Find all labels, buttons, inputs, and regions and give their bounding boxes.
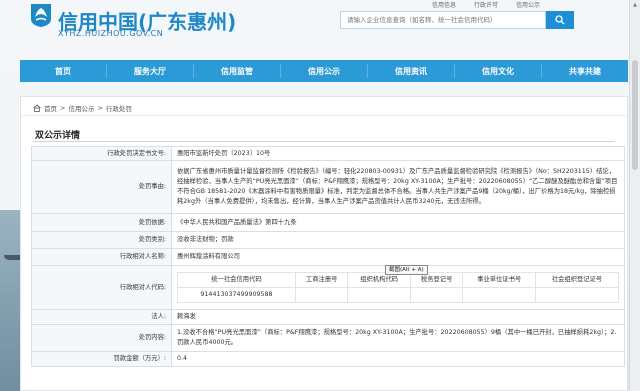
search-input[interactable]: [341, 12, 545, 28]
table-row: 914413037499909588: [177, 287, 619, 303]
table-row: 处罚内容: 1.没收不合格“PU亮光黑面漆”（商标：P&F翔鹰漆；规格型号：20…: [31, 324, 625, 352]
value-legal-rep: 赖海发: [171, 309, 625, 325]
nav-home[interactable]: 首页: [20, 60, 106, 82]
label-basis: 处罚依据:: [31, 213, 172, 232]
value-basis: 《中华人民共和国产品质量法》第四十九条: [171, 213, 625, 232]
nav-credit-publicity[interactable]: 信用公示: [281, 60, 367, 82]
label-doc-no: 行政处罚决定书文号:: [31, 146, 172, 161]
breadcrumb: 首页 > 信用公示 > 行政处罚: [33, 103, 132, 113]
table-row: 处罚依据: 《中华人民共和国产品质量法》第四十九条: [31, 213, 625, 232]
section-title: 双公示详情: [35, 131, 81, 141]
value-party-name: 惠州辉煌涂料有限公司: [171, 248, 625, 266]
section-title-divider: [33, 141, 615, 142]
cell-org-code: [347, 287, 411, 303]
header-institution-cert-no: 事业单位证书号: [462, 272, 537, 288]
label-category: 处罚类别:: [31, 231, 172, 249]
table-row: 处罚事由: 依据广东省惠州市质量计量监督检测所《检验报告》（编号：轻化22080…: [31, 160, 625, 214]
cell-business-reg-no: [294, 287, 349, 303]
label-amount: 罚款金额（万元）:: [31, 351, 172, 367]
breadcrumb-separator: >: [97, 104, 103, 112]
breadcrumb-home[interactable]: 首页: [44, 103, 57, 113]
penalty-detail-table: 行政处罚决定书文号: 惠阳市监新圩处罚〔2023〕10号 处罚事由: 依据广东省…: [31, 146, 625, 367]
content-panel: 首页 > 信用公示 > 行政处罚 双公示详情 行政处罚决定书文号: 惠阳市监新圩…: [20, 96, 628, 391]
cell-social-org-cert-no: [535, 287, 619, 303]
home-icon: [33, 104, 41, 112]
page-scrollbar[interactable]: ▲: [629, 0, 640, 391]
search-button[interactable]: [546, 11, 574, 29]
value-reason: 依据广东省惠州市质量计量监督检测所《检验报告》（编号：轻化220803-0093…: [171, 160, 625, 214]
site-logo-icon[interactable]: [28, 2, 54, 28]
table-row: 处罚类别: 没收非法财物；罚款: [31, 231, 625, 249]
header-credit-code: 统一社会信用代码: [177, 272, 296, 288]
value-content: 1.没收不合格“PU亮光黑面漆”（商标：P&F翔鹰漆；规格型号：20kg XY-…: [171, 324, 625, 352]
search-icon: [555, 15, 565, 25]
header-social-org-cert-no: 社会组织登记证号: [535, 272, 619, 288]
toplink-admin-permit[interactable]: 行政许可: [474, 0, 498, 9]
value-category: 没收非法财物；罚款: [171, 231, 625, 249]
nav-credit-news[interactable]: 信用资讯: [368, 60, 454, 82]
cell-tax-reg-no: [409, 287, 464, 303]
table-row: 罚款金额（万元）: 0.4: [31, 351, 625, 367]
label-reason: 处罚事由:: [31, 160, 172, 214]
table-row: 行政相对人代码: 统一社会信用代码 工商注册号 组织机构代码 税务登记号 事业单…: [31, 265, 625, 310]
breadcrumb-divider: [21, 115, 627, 116]
cell-institution-cert-no: [462, 287, 537, 303]
scrollbar-thumb[interactable]: [632, 60, 638, 170]
cell-credit-code: 914413037499909588: [177, 287, 296, 303]
breadcrumb-publicity[interactable]: 信用公示: [68, 103, 94, 113]
toplink-credit-info[interactable]: 信用信息: [432, 0, 456, 9]
label-content: 处罚内容:: [31, 324, 172, 352]
nav-service-hall[interactable]: 服务大厅: [107, 60, 193, 82]
nav-credit-culture[interactable]: 信用文化: [455, 60, 541, 82]
nav-shared-construction[interactable]: 共享共建: [542, 60, 628, 82]
label-legal-rep: 法人:: [31, 309, 172, 325]
breadcrumb-separator: >: [60, 104, 66, 112]
header-business-reg-no: 工商注册号: [294, 272, 349, 288]
table-row: 行政相对人名称: 惠州辉煌涂料有限公司: [31, 248, 625, 266]
label-party-code: 行政相对人代码:: [31, 265, 172, 310]
site-url: XYHZ.HUIZHOU.GOV.CN: [58, 29, 164, 38]
breadcrumb-penalty[interactable]: 行政处罚: [106, 103, 132, 113]
screenshot-tooltip: 截图(Alt + A): [385, 265, 428, 275]
search-box: [340, 11, 546, 29]
table-row: 法人: 赖海发: [31, 309, 625, 325]
value-doc-no: 惠阳市监新圩处罚〔2023〕10号: [171, 146, 625, 161]
table-row: 行政处罚决定书文号: 惠阳市监新圩处罚〔2023〕10号: [31, 146, 625, 161]
party-code-table: 统一社会信用代码 工商注册号 组织机构代码 税务登记号 事业单位证书号 社会组织…: [177, 272, 619, 303]
value-amount: 0.4: [171, 351, 625, 367]
label-party-name: 行政相对人名称:: [31, 248, 172, 266]
toplink-credit-publicity[interactable]: 信用公示: [516, 0, 540, 9]
main-nav: 首页 服务大厅 信用监管 信用公示 信用资讯 信用文化 共享共建: [20, 60, 628, 82]
nav-credit-supervision[interactable]: 信用监管: [194, 60, 280, 82]
scroll-up-icon[interactable]: ▲: [630, 0, 640, 10]
